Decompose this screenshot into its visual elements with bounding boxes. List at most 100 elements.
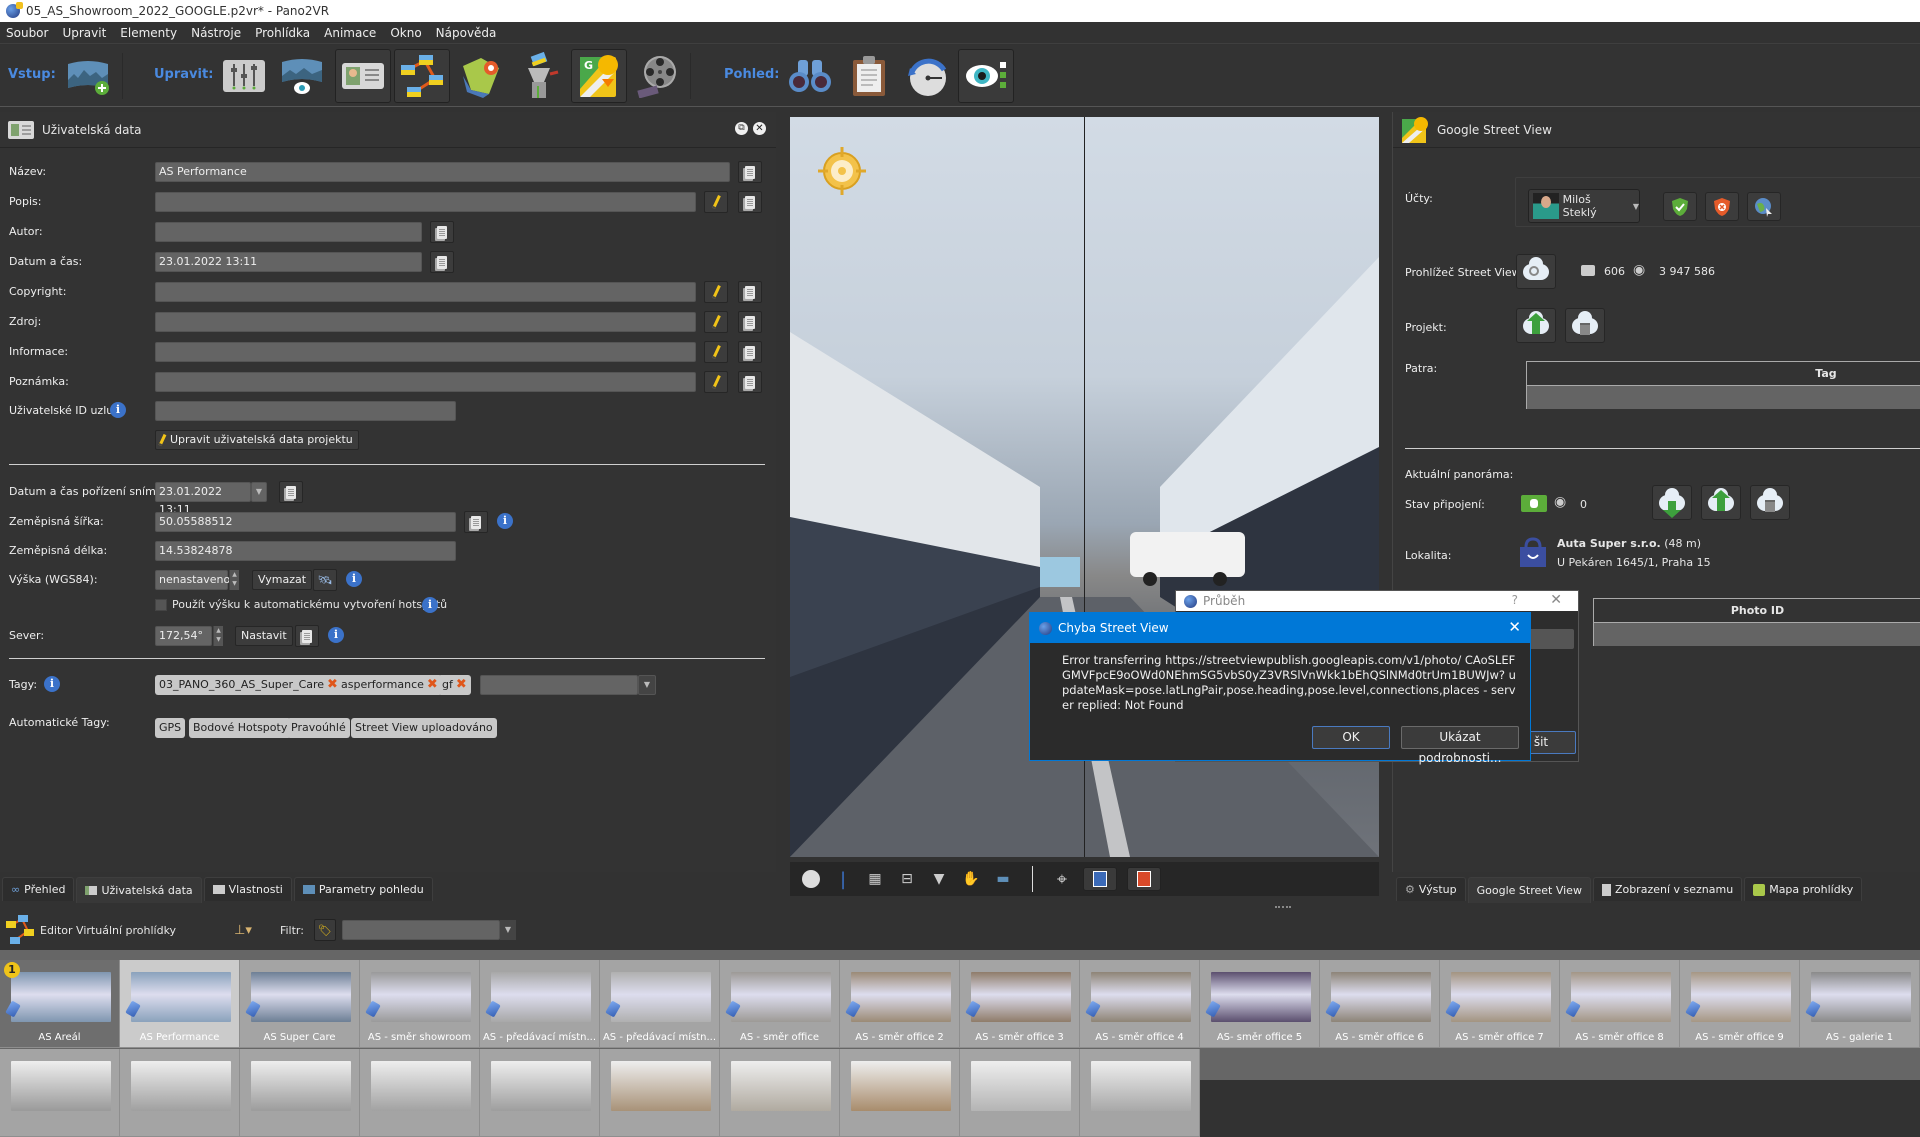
red-color-picker[interactable] [1127, 867, 1161, 891]
filter-dropdown[interactable]: ▼ [499, 920, 516, 940]
animation-button[interactable] [632, 49, 684, 103]
tab-mapa-prohlidky[interactable]: Mapa prohlídky [1744, 877, 1863, 901]
tag-input[interactable] [480, 675, 638, 695]
tab-parametry-pohledu[interactable]: Parametry pohledu [293, 877, 433, 901]
edit-popis-button[interactable] [704, 191, 728, 213]
copy-informace-button[interactable] [738, 341, 762, 363]
panorama-thumbnail[interactable] [720, 1049, 840, 1137]
zdroj-field[interactable] [155, 312, 696, 332]
panorama-thumbnail[interactable] [120, 1049, 240, 1137]
info-icon[interactable]: i [328, 627, 344, 643]
copy-autor-button[interactable] [430, 221, 454, 243]
panorama-thumbnail[interactable]: AS Super Care [240, 960, 360, 1048]
binoculars-button[interactable] [784, 49, 836, 103]
target-icon[interactable]: ⌖ [1051, 868, 1073, 890]
altitude-spinner[interactable]: ▲ ▼ [229, 570, 239, 590]
info-icon[interactable]: i [422, 597, 438, 613]
panorama-thumbnail[interactable] [840, 1049, 960, 1137]
popis-field[interactable] [155, 192, 696, 212]
copy-zdroj-button[interactable] [738, 311, 762, 333]
remove-tag-icon[interactable]: ✖ [427, 677, 438, 692]
panorama-thumbnail[interactable]: AS - směr showroom [360, 960, 480, 1048]
menu-soubor[interactable]: Soubor [6, 26, 48, 40]
panorama-view-button[interactable] [276, 49, 328, 103]
sliders-button[interactable] [218, 49, 270, 103]
info-icon[interactable]: i [346, 571, 362, 587]
panorama-thumbnail[interactable]: AS - směr office 4 [1080, 960, 1200, 1048]
panorama-thumbnail[interactable]: AS Performance [120, 960, 240, 1048]
blue-color-picker[interactable] [1083, 867, 1117, 891]
street-view-viewer-button[interactable] [1516, 254, 1556, 289]
tab-google-street-view[interactable]: Google Street View [1467, 877, 1591, 903]
user-data-button[interactable] [335, 49, 391, 103]
autor-field[interactable] [155, 222, 422, 242]
hotspot-target-icon[interactable] [818, 145, 866, 197]
pano-upload-button[interactable] [1701, 485, 1741, 520]
set-north-button[interactable]: Nastavit [235, 626, 293, 646]
menu-okno[interactable]: Okno [390, 26, 421, 40]
close-icon[interactable]: ✕ [1508, 618, 1521, 636]
informace-field[interactable] [155, 342, 696, 362]
pano-delete-button[interactable] [1750, 485, 1790, 520]
info-icon[interactable]: i [44, 676, 60, 692]
compass-icon[interactable] [800, 868, 822, 890]
tag-dropdown[interactable]: ▼ [638, 675, 656, 695]
menu-prohlidka[interactable]: Prohlídka [255, 26, 310, 40]
panorama-thumbnail[interactable] [0, 1049, 120, 1137]
copy-popis-button[interactable] [738, 191, 762, 213]
panorama-thumbnail[interactable] [480, 1049, 600, 1137]
panorama-thumbnail[interactable]: AS- směr office 5 [1200, 960, 1320, 1048]
panorama-thumbnail[interactable] [600, 1049, 720, 1137]
projector-eye-icon[interactable]: ▼ [928, 868, 950, 890]
stamp-dropdown-icon[interactable]: ⊥▾ [234, 923, 252, 938]
panorama-thumbnail[interactable]: AS - směr office [720, 960, 840, 1048]
floors-table-row[interactable] [1527, 386, 1920, 409]
latitude-field[interactable]: 50.05588512 [155, 512, 456, 532]
panorama-thumbnail[interactable]: AS - směr office 9 [1680, 960, 1800, 1048]
authorize-button[interactable] [1663, 192, 1697, 221]
map-button[interactable] [455, 49, 507, 103]
google-street-view-button[interactable]: G [571, 49, 627, 103]
panorama-thumbnail[interactable] [240, 1049, 360, 1137]
show-details-button[interactable]: Ukázat podrobnosti... [1401, 726, 1519, 765]
edit-poznamka-button[interactable] [704, 371, 728, 393]
edit-zdroj-button[interactable] [704, 311, 728, 333]
eye-checklist-button[interactable] [958, 49, 1014, 103]
clear-altitude-button[interactable]: Vymazat [252, 570, 313, 590]
copy-copyright-button[interactable] [738, 281, 762, 303]
tab-uzivatelska-data[interactable]: Uživatelská data [76, 877, 202, 903]
filter-input[interactable] [341, 920, 500, 940]
capture-date-dropdown[interactable]: ▼ [251, 482, 267, 502]
close-icon[interactable]: ✕ [1550, 592, 1562, 608]
panorama-thumbnail[interactable]: AS - směr office 8 [1560, 960, 1680, 1048]
tab-zobrazeni-v-seznamu[interactable]: Zobrazení v seznamu [1592, 877, 1743, 901]
close-panel-icon[interactable]: ✕ [753, 122, 766, 135]
tab-vystup[interactable]: ⚙ Výstup [1396, 877, 1466, 901]
output-button[interactable] [514, 49, 566, 103]
copy-latitude-button[interactable] [464, 511, 488, 533]
photo-id-row[interactable] [1594, 623, 1920, 646]
open-maps-button[interactable] [1747, 192, 1781, 221]
grid-icon[interactable]: ▦ [864, 868, 886, 890]
panorama-thumbnail[interactable]: 1 AS Areál [0, 960, 120, 1048]
nazev-field[interactable]: AS Performance [155, 162, 730, 182]
north-field[interactable]: 172,54° [155, 626, 212, 646]
panorama-thumbnail[interactable]: AS - směr office 6 [1320, 960, 1440, 1048]
copy-datum-button[interactable] [430, 251, 454, 273]
account-dropdown[interactable]: Miloš Steklý ▼ [1528, 189, 1640, 223]
tab-prehled[interactable]: ∞ Přehled [2, 877, 75, 901]
menu-nastroje[interactable]: Nástroje [191, 26, 241, 40]
barrier-icon[interactable]: ⊟ [896, 868, 918, 890]
longitude-field[interactable]: 14.53824878 [155, 541, 456, 561]
ok-button[interactable]: OK [1312, 726, 1390, 749]
panorama-thumbnail[interactable]: AS - předávací místn... [480, 960, 600, 1048]
use-altitude-checkbox[interactable] [155, 599, 167, 611]
north-spinner[interactable]: ▲ ▼ [213, 626, 223, 646]
panorama-thumbnail[interactable]: AS - směr office 7 [1440, 960, 1560, 1048]
menu-elementy[interactable]: Elementy [120, 26, 177, 40]
panorama-thumbnail[interactable] [960, 1049, 1080, 1137]
tour-editor-button[interactable] [394, 49, 450, 103]
copyright-field[interactable] [155, 282, 696, 302]
panorama-thumbnail[interactable]: AS - předávací místn... [600, 960, 720, 1048]
info-icon[interactable]: i [110, 402, 126, 418]
